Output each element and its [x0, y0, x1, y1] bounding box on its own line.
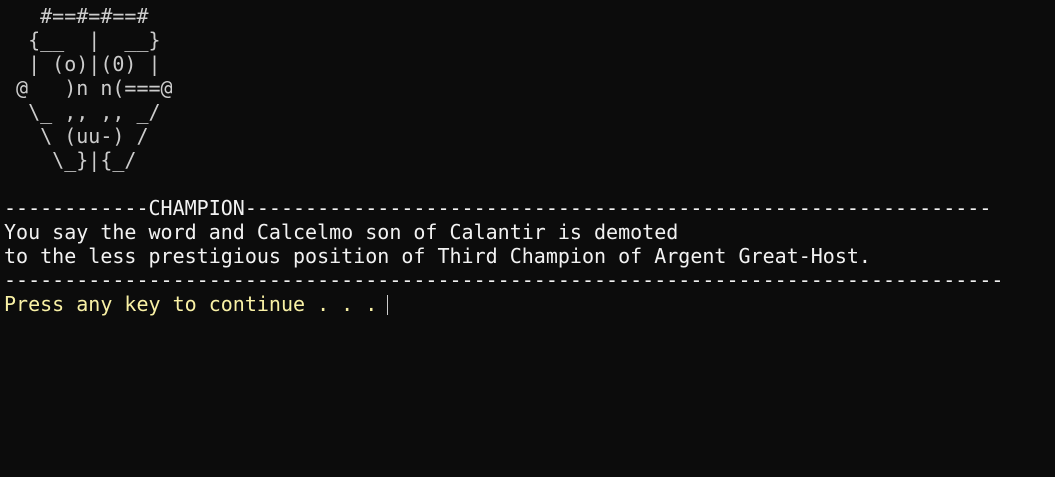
ascii-art-line: \_ ,, ,, _/ — [4, 100, 161, 124]
text-cursor — [387, 295, 389, 315]
ascii-art-line: \ (uu-) / — [4, 124, 149, 148]
continue-prompt: Press any key to continue . . . — [4, 292, 1055, 316]
message-line: You say the word and Calcelmo son of Cal… — [4, 220, 679, 244]
continue-prompt-text: Press any key to continue . . . — [4, 292, 378, 316]
ascii-art-line: {__ | __} — [4, 28, 161, 52]
champion-header-rule: ------------CHAMPION--------------------… — [4, 196, 992, 220]
ascii-art-line: #==#=#==# — [4, 4, 149, 28]
message-line: to the less prestigious position of Thir… — [4, 244, 871, 268]
console-window[interactable]: #==#=#==# {__ | __} | (o)|(0) | @ )n n(=… — [0, 0, 1055, 477]
ascii-art-line: | (o)|(0) | — [4, 52, 161, 76]
ascii-art-line: \_}|{_/ — [4, 148, 137, 172]
footer-rule: ----------------------------------------… — [4, 268, 1004, 292]
ascii-art-line: @ )n n(===@ — [4, 76, 173, 100]
